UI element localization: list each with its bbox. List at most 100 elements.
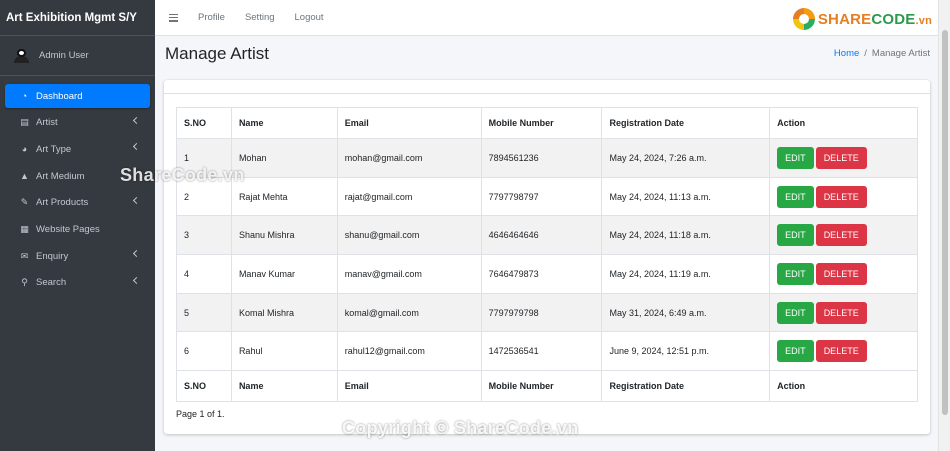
- cell-name: Rajat Mehta: [230, 176, 338, 217]
- sidebar-item-label: Website Pages: [36, 223, 100, 235]
- footer-action: Action: [769, 370, 918, 403]
- menu-toggle-icon[interactable]: [169, 13, 178, 22]
- table-row: 2 Rajat Mehta rajat@gmail.com 7797798797 May…: [176, 176, 918, 217]
- copy-icon: ▤: [20, 117, 29, 128]
- delete-button[interactable]: DELETE: [815, 301, 867, 324]
- sidebar-item-label: Enquiry: [36, 250, 69, 262]
- cell-name: Rahul: [230, 331, 338, 372]
- sidebar-item-enquiry[interactable]: ✉ Enquiry: [5, 244, 150, 268]
- cell-mobile: 7797979798: [480, 292, 603, 333]
- cell-action: EDIT DELETE: [769, 215, 918, 256]
- chevron-left-icon: [132, 196, 141, 204]
- profile-link[interactable]: Profile: [198, 12, 225, 23]
- table-row: 1 Mohan mohan@gmail.com 7894561236 May 24, 2…: [176, 138, 918, 178]
- artist-table: S.NO Name Email Mobile Number Registrati…: [176, 107, 918, 403]
- cell-date: May 24, 2024, 11:13 a.m.: [601, 176, 771, 217]
- top-navbar: Profile Setting Logout SHARECODE.vn: [155, 0, 938, 36]
- pagination-info: Page 1 of 1.: [176, 409, 225, 419]
- sidebar-item-label: Artist: [36, 117, 58, 129]
- edit-button[interactable]: EDIT: [777, 146, 814, 169]
- setting-link[interactable]: Setting: [245, 12, 275, 23]
- cell-action: EDIT DELETE: [769, 138, 918, 178]
- delete-button[interactable]: DELETE: [815, 262, 867, 285]
- footer-sno: S.NO: [176, 370, 232, 403]
- table-row: 3 Shanu Mishra shanu@gmail.com 4646464646 Ma…: [176, 215, 918, 256]
- delete-button[interactable]: DELETE: [815, 185, 867, 208]
- delete-button[interactable]: DELETE: [815, 146, 867, 169]
- delete-button[interactable]: DELETE: [815, 224, 867, 247]
- footer-mobile: Mobile Number: [480, 370, 603, 403]
- header-mobile: Mobile Number: [480, 107, 603, 139]
- bell-icon: ▲: [20, 170, 29, 181]
- footer-email: Email: [336, 370, 482, 403]
- cell-mobile: 7646479873: [480, 254, 603, 294]
- breadcrumb: Home / Manage Artist: [834, 48, 930, 59]
- footer-name: Name: [230, 370, 338, 403]
- chevron-left-icon: [132, 143, 141, 151]
- breadcrumb-current: Manage Artist: [871, 48, 930, 59]
- edit-button[interactable]: EDIT: [777, 185, 814, 208]
- sidebar-item-website-pages[interactable]: ▦ Website Pages: [5, 217, 150, 241]
- cell-sno: 4: [176, 254, 232, 294]
- brand-title[interactable]: Art Exhibition Mgmt S/Y: [0, 0, 155, 36]
- page-title: Manage Artist: [165, 44, 269, 63]
- user-name[interactable]: Admin User: [39, 50, 89, 61]
- header-email: Email: [336, 107, 482, 139]
- cell-action: EDIT DELETE: [769, 292, 918, 333]
- edit-button[interactable]: EDIT: [777, 301, 814, 324]
- watermark-bottom: Copyright © ShareCode.vn: [342, 418, 579, 438]
- edit-button[interactable]: EDIT: [777, 340, 814, 363]
- dashboard-icon: ◔: [21, 90, 28, 101]
- table-row: 5 Komal Mishra komal@gmail.com 7797979798 Ma…: [176, 292, 918, 333]
- cell-date: June 9, 2024, 12:51 p.m.: [601, 331, 771, 372]
- cell-mobile: 1472536541: [480, 331, 603, 372]
- cell-email: shanu@gmail.com: [336, 215, 482, 256]
- vertical-scrollbar[interactable]: [938, 0, 950, 451]
- cell-name: Manav Kumar: [230, 254, 338, 294]
- header-action: Action: [769, 107, 918, 139]
- chevron-left-icon: [132, 250, 141, 258]
- cell-name: Mohan: [230, 138, 338, 178]
- sidebar-item-artist[interactable]: ▤ Artist: [5, 111, 150, 135]
- cell-action: EDIT DELETE: [769, 331, 918, 372]
- sidebar: Art Exhibition Mgmt S/Y Admin User ◔ Dash…: [0, 0, 155, 451]
- sidebar-item-label: Art Products: [36, 197, 89, 209]
- cell-email: mohan@gmail.com: [336, 138, 482, 178]
- cell-action: EDIT DELETE: [769, 254, 918, 294]
- table-header-row: S.NO Name Email Mobile Number Registrati…: [176, 107, 918, 139]
- table-body: 1 Mohan mohan@gmail.com 7894561236 May 24, 2…: [176, 138, 918, 372]
- cell-sno: 6: [176, 331, 232, 372]
- sharecode-logo: SHARECODE.vn: [792, 8, 932, 30]
- cell-sno: 5: [176, 292, 232, 333]
- card-header: [164, 80, 930, 94]
- sidebar-item-search[interactable]: ⚲ Search: [5, 271, 150, 295]
- cell-date: May 24, 2024, 11:18 a.m.: [601, 215, 771, 256]
- user-panel[interactable]: Admin User: [0, 36, 155, 76]
- cell-name: Komal Mishra: [230, 292, 338, 333]
- cell-date: May 24, 2024, 7:26 a.m.: [601, 138, 771, 178]
- edit-button[interactable]: EDIT: [777, 262, 814, 285]
- sidebar-item-art-type[interactable]: ◕ Art Type: [5, 137, 150, 161]
- cell-date: May 31, 2024, 6:49 a.m.: [601, 292, 771, 333]
- cell-mobile: 7797798797: [480, 176, 603, 217]
- delete-button[interactable]: DELETE: [815, 340, 867, 363]
- search-icon: ⚲: [21, 277, 28, 288]
- table-row: 4 Manav Kumar manav@gmail.com 7646479873 May…: [176, 254, 918, 294]
- logout-link[interactable]: Logout: [295, 12, 324, 23]
- scrollbar-thumb[interactable]: [942, 30, 948, 415]
- header-name: Name: [230, 107, 338, 139]
- edit-button[interactable]: EDIT: [777, 224, 814, 247]
- sidebar-item-art-products[interactable]: ✎ Art Products: [5, 191, 150, 215]
- sidebar-item-label: Search: [36, 277, 67, 289]
- breadcrumb-home[interactable]: Home: [834, 48, 859, 59]
- cell-email: komal@gmail.com: [336, 292, 482, 333]
- sidebar-item-label: Dashboard: [36, 90, 83, 102]
- sidebar-item-dashboard[interactable]: ◔ Dashboard: [5, 84, 150, 108]
- chevron-left-icon: [132, 116, 141, 124]
- cell-email: rahul12@gmail.com: [336, 331, 482, 372]
- footer-date: Registration Date: [601, 370, 771, 403]
- sidebar-item-label: Art Type: [36, 143, 72, 155]
- avatar: [14, 48, 30, 63]
- cell-sno: 3: [176, 215, 232, 256]
- envelope-icon: ✉: [20, 250, 29, 261]
